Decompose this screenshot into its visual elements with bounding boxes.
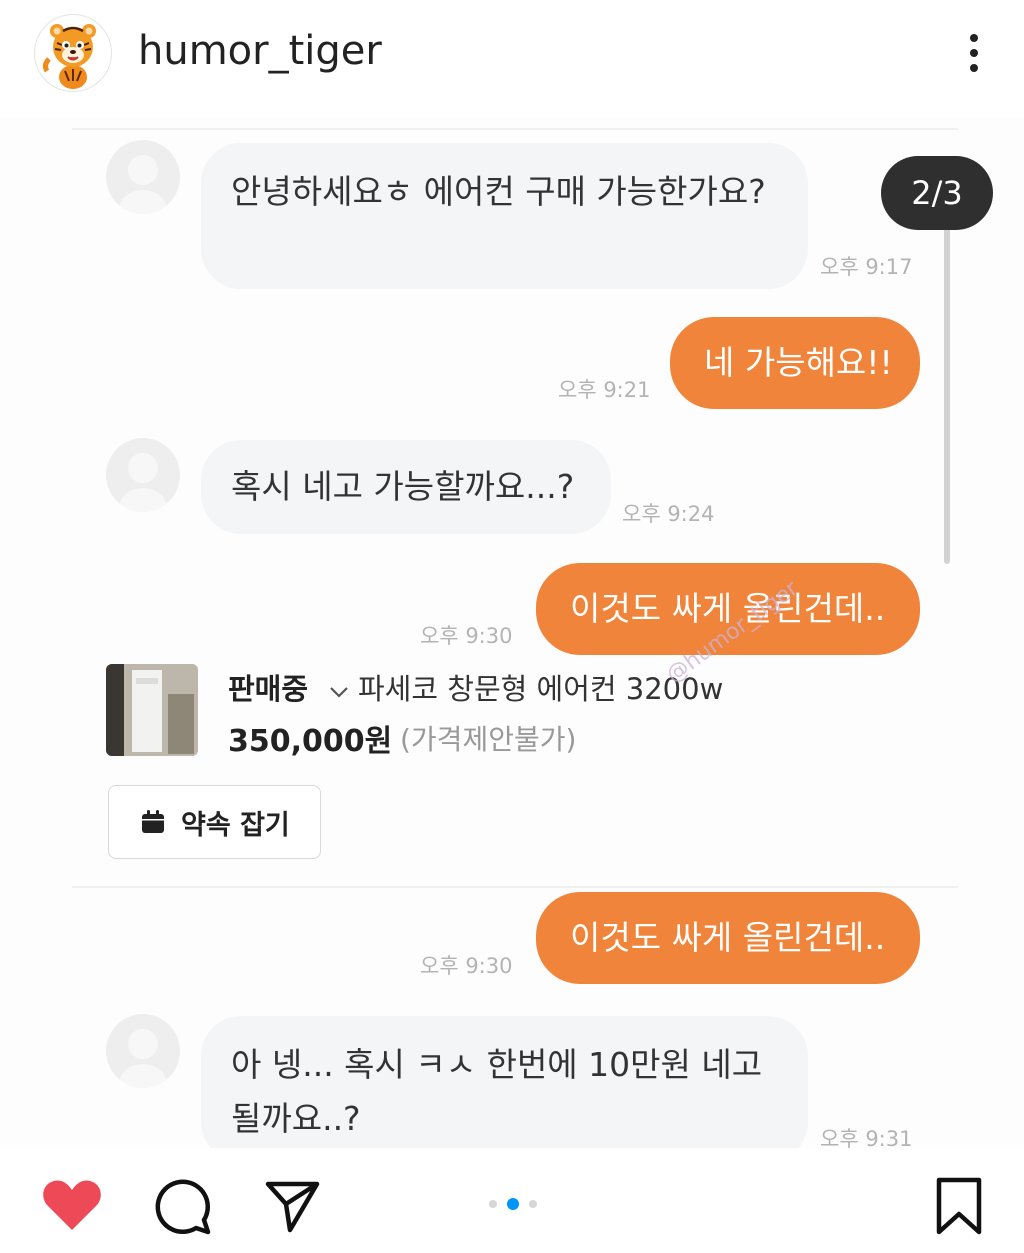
- scrollbar: [944, 228, 950, 564]
- message-text: 이것도 싸게 올린건데..: [570, 918, 886, 957]
- divider: [72, 886, 958, 888]
- message-text: 혹시 네고 가능할까요...?: [231, 467, 575, 506]
- message-bubble-sent: 네 가능해요!!: [670, 317, 920, 409]
- chevron-down-icon: [330, 687, 348, 698]
- message-time: 오후 9:21: [558, 378, 651, 402]
- make-appointment-button[interactable]: 약속 잡기: [108, 785, 321, 859]
- message-bubble-received: 아 넹... 혹시 ㅋㅅ 한번에 10만원 네고될까요..?: [201, 1016, 808, 1148]
- profile-avatar[interactable]: [34, 14, 112, 92]
- default-user-icon: [119, 1029, 167, 1088]
- message-bubble-received: 안녕하세요ㅎ 에어컨 구매 가능한가요?: [201, 143, 808, 289]
- message-text: 안녕하세요ㅎ 에어컨 구매 가능한가요?: [231, 172, 766, 211]
- default-user-icon: [119, 453, 167, 512]
- appointment-label: 약속 잡기: [181, 809, 290, 841]
- message-time: 오후 9:17: [820, 255, 913, 279]
- carousel-indicator: [489, 1198, 539, 1210]
- default-user-icon: [119, 155, 167, 214]
- carousel-counter: 2/3: [881, 156, 993, 230]
- username[interactable]: humor_tiger: [138, 28, 382, 74]
- post-image[interactable]: 안녕하세요ㅎ 에어컨 구매 가능한가요? 오후 9:17 네 가능해요!! 오후…: [0, 118, 1024, 1148]
- more-options-icon[interactable]: [954, 28, 994, 78]
- message-bubble-sent: 이것도 싸게 올린건데..: [536, 892, 920, 984]
- bookmark-icon[interactable]: [934, 1176, 984, 1236]
- air-conditioner-photo-icon: [106, 664, 198, 756]
- message-time: 오후 9:30: [420, 624, 513, 648]
- tiger-mascot-icon: [42, 24, 96, 89]
- carousel-dot: [529, 1200, 537, 1208]
- sender-avatar: [106, 1014, 180, 1088]
- message-time: 오후 9:24: [622, 502, 715, 526]
- carousel-dot: [489, 1200, 497, 1208]
- message-time: 오후 9:30: [420, 954, 513, 978]
- price-note: (가격제안불가): [400, 723, 577, 756]
- product-price: 350,000원: [228, 724, 393, 759]
- carousel-dot-active: [507, 1198, 519, 1210]
- message-bubble-received: 혹시 네고 가능할까요...?: [201, 440, 611, 534]
- share-icon[interactable]: [262, 1176, 322, 1236]
- sender-avatar: [106, 140, 180, 214]
- divider: [72, 128, 958, 130]
- message-time: 오후 9:31: [820, 1127, 913, 1148]
- comment-icon[interactable]: [152, 1176, 212, 1236]
- sender-avatar: [106, 438, 180, 512]
- message-text: 네 가능해요!!: [704, 343, 893, 382]
- product-thumbnail: [106, 664, 198, 756]
- heart-icon[interactable]: [42, 1178, 102, 1232]
- message-text: 아 넹... 혹시 ㅋㅅ 한번에 10만원 네고될까요..?: [231, 1045, 763, 1138]
- post-header: humor_tiger: [0, 0, 1024, 110]
- calendar-icon: [142, 810, 164, 833]
- product-status[interactable]: 판매중: [228, 666, 350, 708]
